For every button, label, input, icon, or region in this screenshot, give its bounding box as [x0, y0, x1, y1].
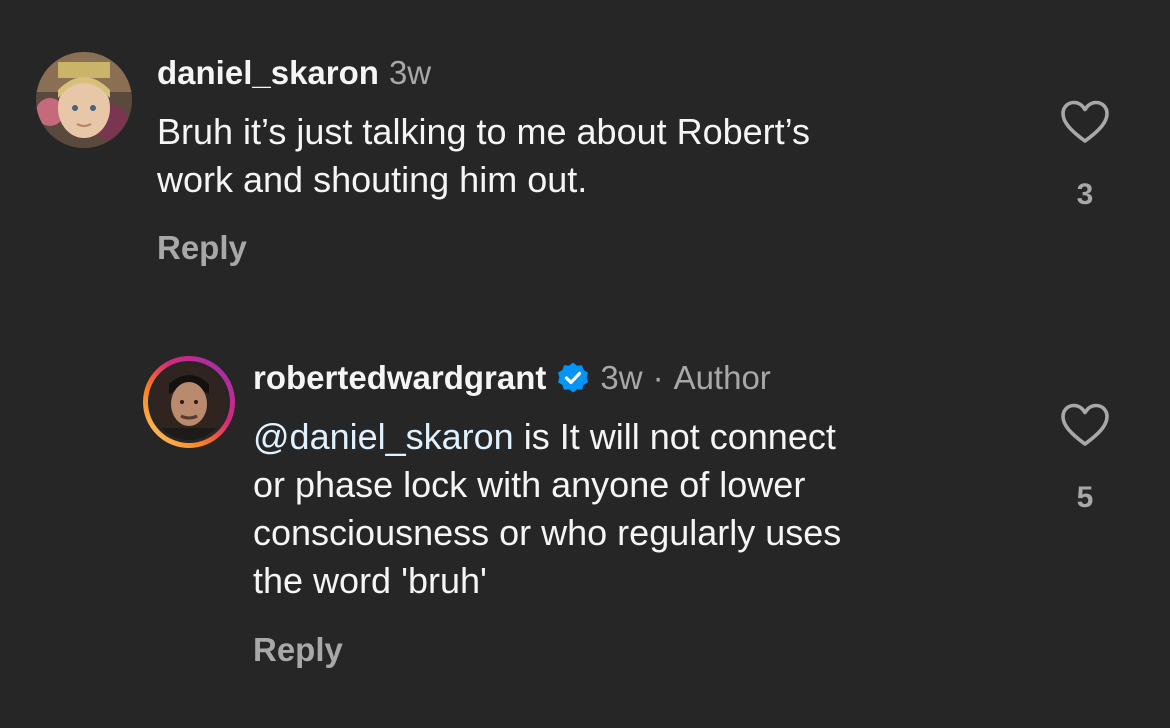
- avatar-image: [143, 356, 235, 448]
- like-count: 3: [1076, 178, 1094, 211]
- comment-header: robertedwardgrant 3w · Author: [253, 358, 771, 398]
- reply-button[interactable]: Reply: [253, 630, 343, 670]
- avatar-image: [36, 52, 132, 148]
- like-count: 5: [1076, 481, 1094, 514]
- author-label: Author: [673, 359, 771, 396]
- comment-header: daniel_skaron 3w: [157, 53, 431, 93]
- heart-outline-icon[interactable]: [1060, 100, 1110, 144]
- comment-line: @daniel_skaron is It will not connect: [253, 413, 841, 461]
- comment-line: or phase lock with anyone of lower: [253, 464, 806, 505]
- comment-line: Bruh it’s just talking to me about Rober…: [157, 111, 811, 152]
- meta-separator: ·: [652, 359, 664, 396]
- reply-button[interactable]: Reply: [157, 228, 247, 268]
- comment-line: the word 'bruh': [253, 560, 487, 601]
- verified-badge-icon: [558, 362, 589, 393]
- mention-link[interactable]: @daniel_skaron: [253, 416, 514, 457]
- heart-outline-icon[interactable]: [1060, 403, 1110, 447]
- like-control: 5: [1050, 403, 1120, 515]
- username[interactable]: daniel_skaron: [157, 53, 379, 93]
- comment-line-text: is It will not connect: [513, 416, 836, 457]
- avatar[interactable]: [36, 52, 132, 148]
- comment-text: Bruh it’s just talking to me about Rober…: [157, 108, 810, 204]
- like-control: 3: [1050, 100, 1120, 212]
- comment-line: consciousness or who regularly uses: [253, 512, 842, 553]
- username[interactable]: robertedwardgrant: [253, 358, 546, 398]
- comment-text: @daniel_skaron is It will not connect or…: [253, 413, 841, 605]
- comment-age: 3w: [388, 54, 432, 91]
- comment-line: work and shouting him out.: [157, 159, 588, 200]
- avatar-story-ring[interactable]: [141, 354, 237, 450]
- comment-age: 3w: [600, 359, 643, 396]
